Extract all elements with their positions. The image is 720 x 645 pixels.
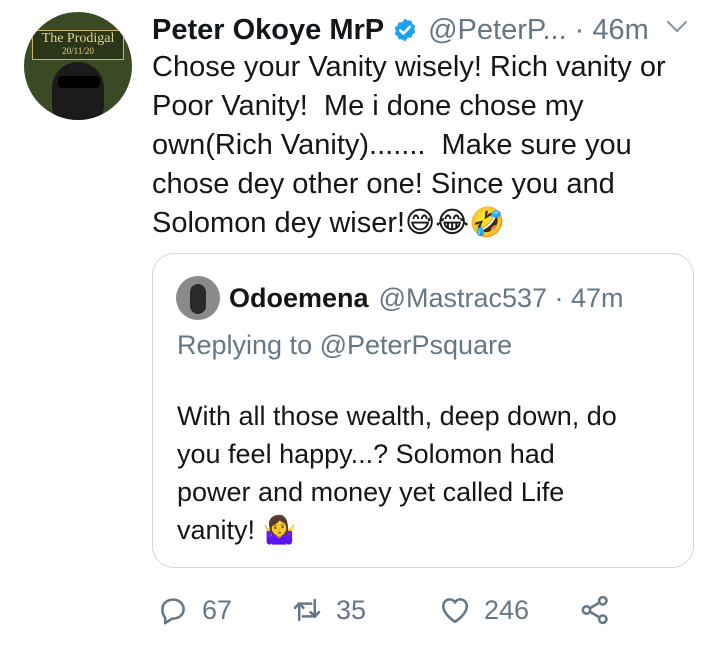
avatar-title-text: The Prodigal	[41, 31, 115, 46]
like-button[interactable]: 246	[438, 585, 529, 635]
author-avatar[interactable]: The Prodigal 20/11/20	[24, 12, 132, 120]
retweet-button[interactable]: 35	[290, 585, 366, 635]
chevron-down-icon[interactable]	[666, 20, 688, 34]
replying-to-label: Replying to @PeterPsquare	[177, 330, 513, 360]
share-button[interactable]	[578, 585, 612, 635]
reply-icon	[161, 598, 185, 625]
like-count: 246	[484, 594, 530, 625]
avatar-sunglasses	[58, 76, 100, 88]
share-icon	[581, 595, 608, 625]
tweet-header: Peter Okoye MrP @PeterP... · 46m	[152, 10, 700, 50]
quoted-avatar-figure	[190, 284, 206, 314]
avatar-badge: The Prodigal 20/11/20	[32, 30, 124, 60]
tweet-timestamp[interactable]: · 46m	[575, 14, 649, 47]
quoted-author-avatar	[176, 276, 220, 320]
heart-icon	[441, 598, 469, 624]
tweet-actions: 67 35 246	[152, 585, 672, 635]
quoted-author-name: Odoemena	[229, 282, 369, 313]
reply-count: 67	[202, 594, 233, 625]
retweet-count: 35	[336, 594, 367, 625]
avatar-portrait	[52, 62, 104, 120]
author-handle[interactable]: @PeterP...	[428, 14, 567, 47]
retweet-icon	[293, 598, 321, 622]
author-name[interactable]: Peter Okoye MrP	[152, 14, 384, 47]
quoted-tweet-text: With all those wealth, deep down, do you…	[177, 401, 617, 545]
tweet-text: Chose your Vanity wisely! Rich vanity or…	[152, 51, 666, 239]
quoted-author-handle: @Mastrac537 · 47m	[378, 282, 624, 313]
avatar-date-text: 20/11/20	[62, 46, 94, 56]
verified-badge-icon	[394, 18, 416, 42]
quoted-tweet-header: Odoemena @Mastrac537 · 47m	[229, 276, 624, 320]
quoted-tweet-card[interactable]: Odoemena @Mastrac537 · 47m Replying to @…	[152, 253, 694, 568]
reply-button[interactable]: 67	[156, 585, 232, 635]
